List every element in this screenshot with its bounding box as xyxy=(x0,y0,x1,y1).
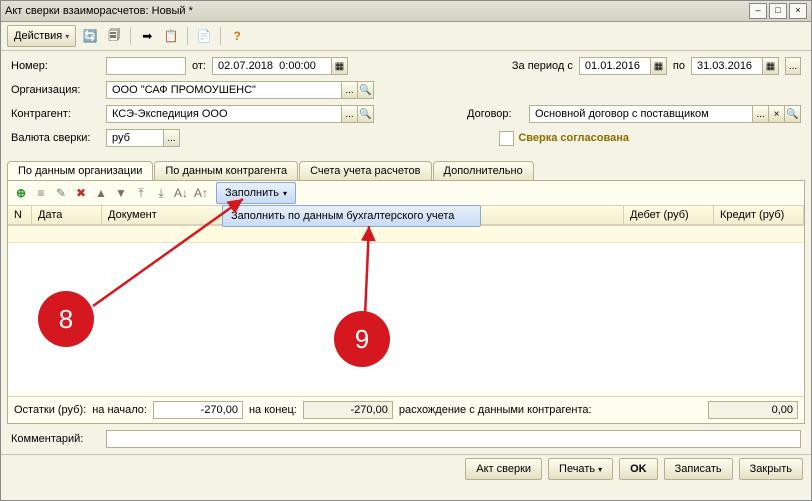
actions-label: Действия xyxy=(14,30,62,42)
calendar-icon[interactable]: ▦ xyxy=(651,57,667,75)
grid-empty-row[interactable] xyxy=(8,226,804,243)
sort-desc-icon[interactable]: A↑ xyxy=(192,184,210,202)
footer-bar: Акт сверки Печать▾ OK Записать Закрыть xyxy=(1,454,811,483)
tabstrip: По данным организации По данным контраге… xyxy=(1,161,811,180)
tab-body: ⊕ ≡ ✎ ✖ ▲ ▼ ⤒ ⤓ A↓ A↑ Заполнить ▾ Заполн… xyxy=(7,180,805,424)
chevron-down-icon: ▾ xyxy=(65,32,69,41)
na-nachalo-value[interactable]: -270,00 xyxy=(153,401,243,419)
sverka-checkbox[interactable] xyxy=(499,131,514,146)
maximize-button[interactable]: □ xyxy=(769,3,787,19)
dogovor-clear-button[interactable]: × xyxy=(769,105,785,123)
toolbar-icon-report[interactable]: 📄 xyxy=(194,26,214,46)
toolbar-icon-list[interactable]: 📋 xyxy=(161,26,181,46)
rash-value: 0,00 xyxy=(708,401,798,419)
print-button[interactable]: Печать▾ xyxy=(548,458,613,480)
main-toolbar: Действия ▾ 🔄 🗐 ➡ 📋 📄 ? xyxy=(1,22,811,51)
write-button[interactable]: Записать xyxy=(664,458,733,480)
move-up-icon[interactable]: ▲ xyxy=(92,184,110,202)
tab-org-data[interactable]: По данным организации xyxy=(7,161,153,180)
grid-toolbar: ⊕ ≡ ✎ ✖ ▲ ▼ ⤒ ⤓ A↓ A↑ Заполнить ▾ xyxy=(8,181,804,206)
rash-label: расхождение с данными контрагента: xyxy=(399,404,592,416)
close-button[interactable]: Закрыть xyxy=(739,458,803,480)
number-input[interactable] xyxy=(106,57,186,75)
fill-button-label: Заполнить xyxy=(225,187,279,199)
comment-row: Комментарий: xyxy=(1,424,811,454)
window-titlebar: Акт сверки взаиморасчетов: Новый * – □ × xyxy=(1,1,811,22)
comment-input[interactable] xyxy=(106,430,801,448)
move-top-icon[interactable]: ⤒ xyxy=(132,184,150,202)
callout-9: 9 xyxy=(334,311,390,367)
date-input[interactable] xyxy=(212,57,332,75)
chevron-down-icon: ▾ xyxy=(283,189,287,198)
tab-accounts[interactable]: Счета учета расчетов xyxy=(299,161,431,180)
currency-label: Валюта сверки: xyxy=(11,132,106,144)
na-konec-value: -270,00 xyxy=(303,401,393,419)
close-window-button[interactable]: × xyxy=(789,3,807,19)
ok-button[interactable]: OK xyxy=(619,458,658,480)
dogovor-label: Договор: xyxy=(467,108,529,120)
callout-8: 8 xyxy=(38,291,94,347)
toolbar-icon-go[interactable]: ➡ xyxy=(137,26,157,46)
col-kredit[interactable]: Кредит (руб) xyxy=(714,206,804,224)
sverka-label: Сверка согласована xyxy=(518,132,629,144)
org-search-icon[interactable]: 🔍 xyxy=(358,81,374,99)
org-input[interactable] xyxy=(106,81,342,99)
col-date[interactable]: Дата xyxy=(32,206,102,224)
kontr-search-icon[interactable]: 🔍 xyxy=(358,105,374,123)
delete-row-icon[interactable]: ✖ xyxy=(72,184,90,202)
window-title: Акт сверки взаиморасчетов: Новый * xyxy=(5,5,747,17)
period-from-input[interactable] xyxy=(579,57,651,75)
edit-row-icon[interactable]: ✎ xyxy=(52,184,70,202)
form-area: Номер: от: ▦ За период с ▦ по ▦ ... Орга… xyxy=(1,51,811,157)
col-debet[interactable]: Дебет (руб) xyxy=(624,206,714,224)
akt-sverki-button[interactable]: Акт сверки xyxy=(465,458,542,480)
period-ellipsis-button[interactable]: ... xyxy=(785,57,801,75)
kontr-input[interactable] xyxy=(106,105,342,123)
calendar-icon[interactable]: ▦ xyxy=(763,57,779,75)
calendar-icon[interactable]: ▦ xyxy=(332,57,348,75)
dogovor-ellipsis-button[interactable]: ... xyxy=(753,105,769,123)
data-grid: N Дата Документ Дебет (руб) Кредит (руб) xyxy=(8,206,804,396)
col-n[interactable]: N xyxy=(8,206,32,224)
kontr-ellipsis-button[interactable]: ... xyxy=(342,105,358,123)
period-from-label: За период с xyxy=(512,60,573,72)
currency-ellipsis-button[interactable]: ... xyxy=(164,129,180,147)
org-ellipsis-button[interactable]: ... xyxy=(342,81,358,99)
dogovor-search-icon[interactable]: 🔍 xyxy=(785,105,801,123)
fill-button[interactable]: Заполнить ▾ xyxy=(216,182,296,204)
balances-row: Остатки (руб): на начало: -270,00 на кон… xyxy=(8,396,804,423)
tab-kontr-data[interactable]: По данным контрагента xyxy=(154,161,298,180)
ot-label: от: xyxy=(192,60,206,72)
na-nachalo-label: на начало: xyxy=(92,404,147,416)
toolbar-icon-refresh[interactable]: 🔄 xyxy=(80,26,100,46)
grid-body[interactable] xyxy=(8,225,804,392)
org-label: Организация: xyxy=(11,84,106,96)
move-down-icon[interactable]: ▼ xyxy=(112,184,130,202)
insert-row-icon[interactable]: ≡ xyxy=(32,184,50,202)
currency-input[interactable] xyxy=(106,129,164,147)
dogovor-input[interactable] xyxy=(529,105,753,123)
add-row-icon[interactable]: ⊕ xyxy=(12,184,30,202)
actions-button[interactable]: Действия ▾ xyxy=(7,25,76,47)
toolbar-icon-help[interactable]: ? xyxy=(227,26,247,46)
period-to-label: по xyxy=(673,60,685,72)
move-bottom-icon[interactable]: ⤓ xyxy=(152,184,170,202)
period-to-input[interactable] xyxy=(691,57,763,75)
na-konec-label: на конец: xyxy=(249,404,297,416)
fill-menu-item[interactable]: Заполнить по данным бухгалтерского учета xyxy=(222,205,481,227)
comment-label: Комментарий: xyxy=(11,433,106,445)
sort-asc-icon[interactable]: A↓ xyxy=(172,184,190,202)
balances-label: Остатки (руб): xyxy=(14,404,86,416)
number-label: Номер: xyxy=(11,60,106,72)
kontr-label: Контрагент: xyxy=(11,108,106,120)
toolbar-icon-copy[interactable]: 🗐 xyxy=(104,26,124,46)
tab-additional[interactable]: Дополнительно xyxy=(433,161,534,180)
minimize-button[interactable]: – xyxy=(749,3,767,19)
